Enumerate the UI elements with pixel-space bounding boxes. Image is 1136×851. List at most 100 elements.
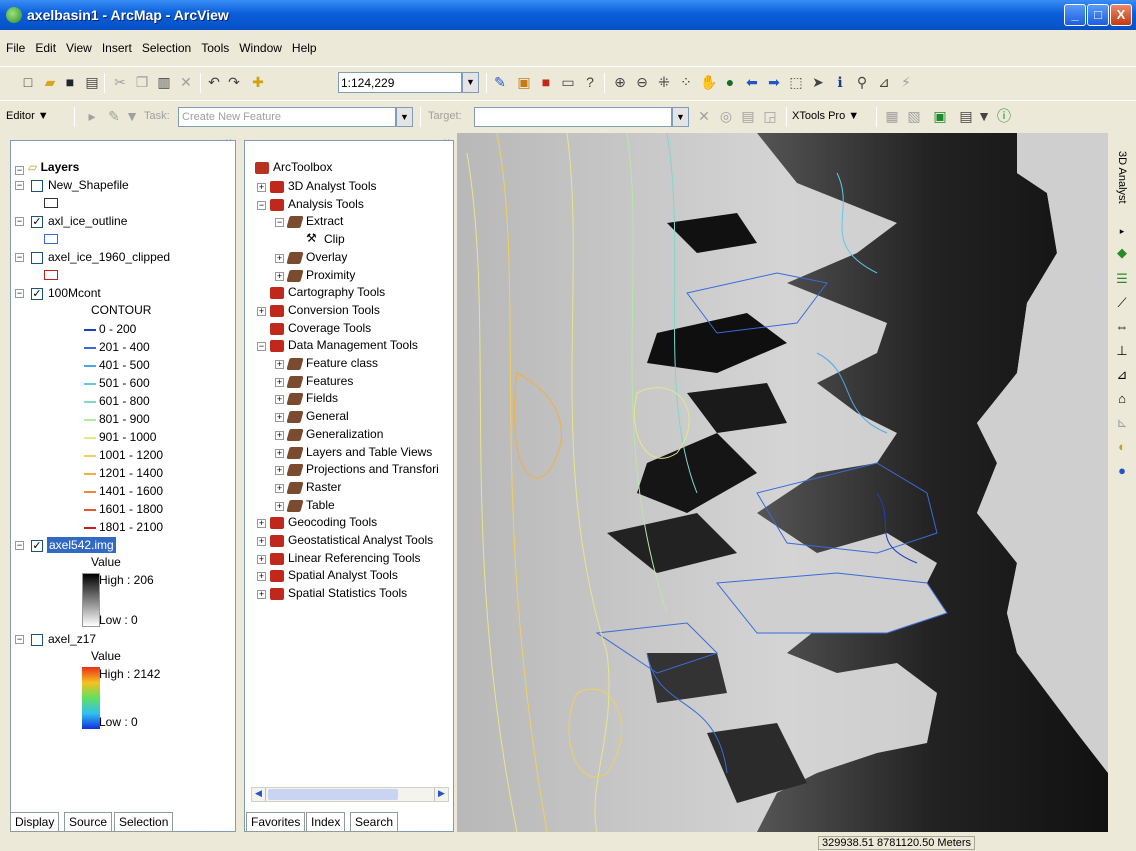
pan-hand-icon[interactable]: ✋ bbox=[700, 74, 717, 90]
toolbox-item[interactable]: Coverage Tools bbox=[288, 321, 371, 335]
menu-view[interactable]: View bbox=[60, 38, 96, 55]
identify-icon[interactable]: ℹ bbox=[832, 74, 848, 90]
tree-expand-icon[interactable]: + bbox=[257, 590, 266, 600]
tree-expand-icon[interactable]: + bbox=[275, 413, 284, 423]
sketch-tool-icon[interactable]: ✎ bbox=[106, 108, 122, 124]
toolbox-horizontal-scrollbar[interactable]: ◀ ▶ bbox=[251, 787, 449, 802]
tree-expand-icon[interactable]: + bbox=[275, 430, 284, 440]
rotate-tool-icon[interactable]: ◎ bbox=[718, 108, 734, 124]
minimize-button[interactable]: _ bbox=[1064, 4, 1086, 26]
info-icon[interactable]: ⓘ bbox=[996, 108, 1012, 124]
layout-dropdown-icon[interactable]: ▼ bbox=[976, 108, 992, 124]
contour-class-item[interactable]: 501 - 600 bbox=[11, 375, 231, 393]
redo-icon[interactable]: ↷ bbox=[226, 74, 242, 90]
split-tool-icon[interactable]: ✕ bbox=[696, 108, 712, 124]
paste-icon[interactable]: ▥ bbox=[156, 74, 172, 90]
tree-expand-icon[interactable]: + bbox=[275, 271, 284, 281]
toolbox-item[interactable]: Extract bbox=[306, 214, 343, 228]
contour-class-item[interactable]: 1401 - 1600 bbox=[11, 483, 231, 501]
layers-collapse-icon[interactable]: − bbox=[15, 166, 24, 175]
contour-class-item[interactable]: 801 - 900 bbox=[11, 411, 231, 429]
polygon-symbol[interactable] bbox=[44, 234, 58, 244]
contour-class-item[interactable]: 1001 - 1200 bbox=[11, 447, 231, 465]
tree-expand-icon[interactable]: + bbox=[257, 537, 266, 546]
new-document-icon[interactable]: □ bbox=[20, 74, 36, 90]
back-arrow-icon[interactable]: ⬅ bbox=[744, 74, 760, 90]
layer-collapse-icon[interactable]: − bbox=[15, 635, 24, 644]
command-line-icon[interactable]: ▭ bbox=[560, 74, 576, 90]
toolbox-item[interactable]: Analysis Tools bbox=[288, 197, 364, 211]
contour-icon[interactable]: ☰ bbox=[1114, 271, 1130, 287]
menu-tools[interactable]: Tools bbox=[195, 38, 233, 55]
arcscene-icon[interactable]: ◐ bbox=[1114, 439, 1130, 455]
table-tool-icon[interactable]: ▦ bbox=[884, 108, 900, 124]
layer-100mcont[interactable]: − ✓ 100Mcont bbox=[11, 285, 231, 303]
toolbox-item[interactable]: General bbox=[306, 409, 349, 423]
line-of-sight-icon[interactable]: ⇔ bbox=[1114, 319, 1130, 335]
toolbox-item[interactable]: Data Management Tools bbox=[288, 338, 418, 352]
profile-graph-icon[interactable]: ⊾ bbox=[1114, 415, 1130, 431]
layer-new-shapefile[interactable]: − New_Shapefile bbox=[11, 177, 231, 195]
layer-collapse-icon[interactable]: − bbox=[15, 289, 24, 298]
open-folder-icon[interactable]: ▰ bbox=[42, 74, 58, 90]
zoom-in-icon[interactable]: ⊕ bbox=[612, 74, 628, 90]
menu-insert[interactable]: Insert bbox=[96, 38, 136, 55]
task-select[interactable]: Create New Feature bbox=[178, 107, 396, 127]
axel542-img-checkbox[interactable]: ✓ bbox=[31, 540, 43, 552]
toolbox-item[interactable]: Geocoding Tools bbox=[288, 515, 377, 529]
map-display[interactable] bbox=[457, 133, 1108, 832]
toolbox-item[interactable]: Proximity bbox=[306, 268, 355, 282]
scroll-right-icon[interactable]: ▶ bbox=[434, 788, 448, 801]
toolbox-item[interactable]: Features bbox=[306, 374, 353, 388]
print-icon[interactable]: ▤ bbox=[84, 74, 100, 90]
layers-root[interactable]: ▱ Layers bbox=[28, 160, 79, 174]
layer-collapse-icon[interactable]: − bbox=[15, 181, 24, 190]
fixed-zoom-in-icon[interactable]: ⁜ bbox=[656, 74, 672, 90]
tree-expand-icon[interactable]: + bbox=[257, 519, 266, 529]
toolbox-item[interactable]: Generalization bbox=[306, 427, 383, 441]
forward-arrow-icon[interactable]: ➡ bbox=[766, 74, 782, 90]
fixed-zoom-out-icon[interactable]: ⁘ bbox=[678, 74, 694, 90]
layer-collapse-icon[interactable]: − bbox=[15, 253, 24, 262]
sketch-dropdown-icon[interactable]: ▼ bbox=[124, 108, 140, 124]
menu-file[interactable]: File bbox=[0, 38, 29, 55]
tree-expand-icon[interactable]: + bbox=[275, 395, 284, 405]
select-features-icon[interactable]: ⬚ bbox=[788, 74, 804, 90]
axel-z17-checkbox[interactable] bbox=[31, 634, 43, 646]
toolbox-item[interactable]: Geostatistical Analyst Tools bbox=[288, 533, 433, 547]
tree-expand-icon[interactable]: + bbox=[275, 483, 284, 493]
maximize-button[interactable]: □ bbox=[1087, 4, 1109, 26]
axel-ice-1960-clipped-checkbox[interactable] bbox=[31, 252, 43, 264]
measure-icon[interactable]: ⊿ bbox=[876, 74, 892, 90]
tree-expand-icon[interactable]: + bbox=[257, 554, 266, 564]
layer-axel-ice-1960-clipped[interactable]: − axel_ice_1960_clipped bbox=[11, 249, 231, 267]
zoom-out-icon[interactable]: ⊖ bbox=[634, 74, 650, 90]
tree-expand-icon[interactable]: + bbox=[275, 501, 284, 511]
target-select[interactable] bbox=[474, 107, 672, 127]
new-shapefile-checkbox[interactable] bbox=[31, 180, 43, 192]
layer-collapse-icon[interactable]: − bbox=[15, 217, 24, 226]
map-canvas[interactable] bbox=[457, 133, 1108, 832]
interpolate-point-icon[interactable]: ⊥ bbox=[1114, 343, 1130, 359]
arcglobe-icon[interactable]: ● bbox=[1114, 463, 1130, 479]
tab-index[interactable]: Index bbox=[306, 812, 346, 832]
contour-class-item[interactable]: 901 - 1000 bbox=[11, 429, 231, 447]
tab-source[interactable]: Source bbox=[64, 812, 113, 832]
sketch-properties-icon[interactable]: ◲ bbox=[762, 108, 778, 124]
contour-class-item[interactable]: 1801 - 2100 bbox=[11, 519, 231, 537]
layer-axel-z17[interactable]: − axel_z17 bbox=[11, 631, 231, 649]
color-ramp[interactable] bbox=[82, 667, 100, 729]
target-dropdown-icon[interactable]: ▼ bbox=[672, 107, 689, 127]
layer-axel542-img[interactable]: − ✓ axel542.img bbox=[11, 537, 231, 555]
interpolate-line-icon[interactable]: ⊿ bbox=[1114, 367, 1130, 383]
add-data-icon[interactable]: ✚ bbox=[250, 74, 266, 90]
steepest-path-icon[interactable]: ⟋ bbox=[1114, 295, 1130, 311]
editor-toolbar-icon[interactable]: ✎ bbox=[492, 74, 508, 90]
menu-window[interactable]: Window bbox=[233, 38, 286, 55]
tree-expand-icon[interactable]: − bbox=[275, 218, 284, 228]
delete-icon[interactable]: ✕ bbox=[178, 74, 194, 90]
menu-help[interactable]: Help bbox=[286, 38, 321, 55]
scale-dropdown-icon[interactable]: ▼ bbox=[462, 72, 479, 93]
tree-expand-icon[interactable]: − bbox=[257, 200, 266, 210]
contour-class-item[interactable]: 601 - 800 bbox=[11, 393, 231, 411]
